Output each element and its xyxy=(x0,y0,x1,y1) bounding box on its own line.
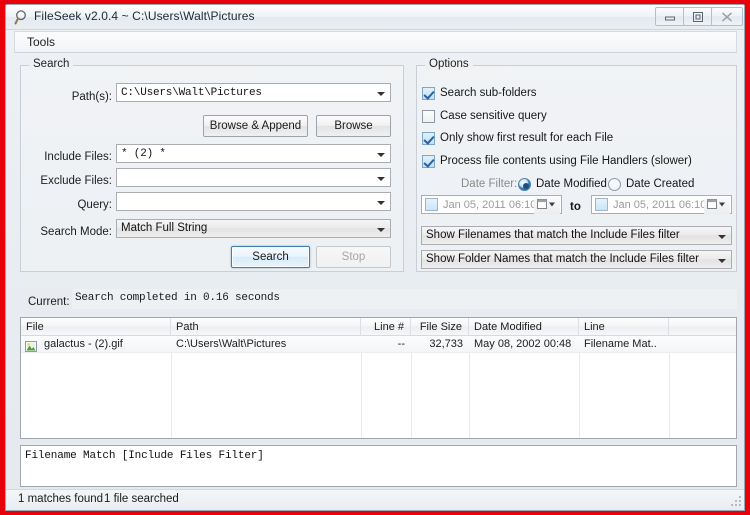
column-header-file[interactable]: File xyxy=(21,318,171,336)
cell-path: C:\Users\Walt\Pictures xyxy=(176,338,287,350)
browse-button[interactable]: Browse xyxy=(316,115,391,137)
search-button[interactable]: Search xyxy=(231,246,310,268)
search-panel-title: Search xyxy=(29,58,74,70)
checkbox-label-search-subfolders: Search sub-folders xyxy=(440,87,537,99)
checkbox-label-first-result-only: Only show first result for each File xyxy=(440,132,614,144)
close-button[interactable] xyxy=(711,7,743,26)
browse-append-button[interactable]: Browse & Append xyxy=(203,115,308,137)
column-header-path[interactable]: Path xyxy=(171,318,361,336)
results-header-row: File Path Line # File Size Date Modified… xyxy=(21,318,736,336)
chevron-down-icon[interactable] xyxy=(714,252,730,269)
folder-filter-combo[interactable]: Show Folder Names that match the Include… xyxy=(421,250,732,269)
radio-label-date-created: Date Created xyxy=(626,178,695,190)
chevron-down-icon[interactable] xyxy=(373,170,389,187)
chevron-down-icon[interactable] xyxy=(373,221,389,238)
radio-date-modified[interactable] xyxy=(518,178,531,191)
chevron-down-icon[interactable] xyxy=(373,85,389,102)
cell-line: Filename Mat.. xyxy=(584,338,657,350)
checkbox-search-subfolders[interactable] xyxy=(422,87,435,100)
menu-item-tools[interactable]: Tools xyxy=(27,35,55,49)
path-combo[interactable]: C:\Users\Walt\Pictures xyxy=(116,83,391,102)
column-header-line-number[interactable]: Line # xyxy=(361,318,411,336)
query-label: Query: xyxy=(77,199,112,211)
search-mode-label: Search Mode: xyxy=(40,226,112,238)
preview-text: Filename Match [Include Files Filter] xyxy=(25,450,264,462)
resize-grip[interactable] xyxy=(730,495,743,508)
folder-filter-value: Show Folder Names that match the Include… xyxy=(426,253,699,265)
checkbox-label-file-handlers: Process file contents using File Handler… xyxy=(440,155,692,167)
checkbox-label-case-sensitive: Case sensitive query xyxy=(440,110,547,122)
results-table[interactable]: File Path Line # File Size Date Modified… xyxy=(20,317,737,439)
filename-filter-value: Show Filenames that match the Include Fi… xyxy=(426,229,680,241)
radio-date-created[interactable] xyxy=(608,178,621,191)
minimize-button[interactable] xyxy=(655,7,685,26)
date-to-enable-checkbox[interactable] xyxy=(595,198,608,211)
date-from-picker[interactable]: Jan 05, 2011 06:10 xyxy=(421,195,562,214)
current-status-box: Search completed in 0.16 seconds xyxy=(72,289,737,309)
chevron-down-icon[interactable] xyxy=(714,228,730,245)
current-label: Current: xyxy=(28,296,70,308)
path-label: Path(s): xyxy=(71,91,112,103)
column-header-file-size[interactable]: File Size xyxy=(411,318,469,336)
checkbox-case-sensitive[interactable] xyxy=(422,110,435,123)
cell-line-number: -- xyxy=(397,338,405,350)
status-bar: 1 matches found 1 file searched xyxy=(6,489,744,510)
date-to-picker[interactable]: Jan 05, 2011 06:10 xyxy=(591,195,732,214)
maximize-button[interactable] xyxy=(683,7,713,26)
image-file-icon xyxy=(25,339,37,352)
chevron-down-icon[interactable] xyxy=(373,146,389,163)
status-files-searched: 1 file searched xyxy=(104,493,179,505)
include-files-combo[interactable]: * (2) * xyxy=(116,144,391,163)
cell-file-size: 32,733 xyxy=(429,338,463,350)
checkbox-file-handlers[interactable] xyxy=(422,155,435,168)
current-status-text: Search completed in 0.16 seconds xyxy=(75,292,280,304)
title-bar: FileSeek v2.0.4 ~ C:\Users\Walt\Pictures xyxy=(6,5,744,30)
column-header-line[interactable]: Line xyxy=(579,318,669,336)
chevron-down-icon[interactable] xyxy=(373,194,389,211)
options-panel-title: Options xyxy=(425,58,473,70)
date-range-to-label: to xyxy=(570,201,581,213)
column-header-extra[interactable] xyxy=(669,318,736,336)
fileseek-window: FileSeek v2.0.4 ~ C:\Users\Walt\Pictures… xyxy=(5,4,745,511)
search-mode-value: Match Full String xyxy=(121,222,208,234)
column-header-date-modified[interactable]: Date Modified xyxy=(469,318,579,336)
cell-file: galactus - (2).gif xyxy=(44,338,123,350)
include-files-value: * (2) * xyxy=(121,148,166,160)
date-from-enable-checkbox[interactable] xyxy=(425,198,438,211)
menu-bar: Tools xyxy=(14,31,737,53)
date-from-calendar-icon[interactable] xyxy=(534,197,560,214)
path-value: C:\Users\Walt\Pictures xyxy=(121,87,262,99)
date-to-value: Jan 05, 2011 06:10 xyxy=(613,199,707,211)
magnifier-icon xyxy=(14,9,31,26)
query-combo[interactable] xyxy=(116,192,391,211)
stop-button: Stop xyxy=(316,246,391,268)
date-filter-label: Date Filter: xyxy=(461,178,518,190)
search-mode-combo[interactable]: Match Full String xyxy=(116,219,391,238)
radio-label-date-modified: Date Modified xyxy=(536,178,607,190)
exclude-files-combo[interactable] xyxy=(116,168,391,187)
filename-filter-combo[interactable]: Show Filenames that match the Include Fi… xyxy=(421,226,732,245)
cell-date-modified: May 08, 2002 00:48 xyxy=(474,338,572,350)
date-from-value: Jan 05, 2011 06:10 xyxy=(443,199,537,211)
table-row[interactable]: galactus - (2).gif C:\Users\Walt\Picture… xyxy=(21,336,736,353)
exclude-files-label: Exclude Files: xyxy=(40,175,112,187)
status-matches-found: 1 matches found xyxy=(18,493,104,505)
checkbox-first-result-only[interactable] xyxy=(422,132,435,145)
include-files-label: Include Files: xyxy=(44,151,112,163)
date-to-calendar-icon[interactable] xyxy=(704,197,730,214)
preview-box[interactable]: Filename Match [Include Files Filter] xyxy=(20,445,737,487)
window-title: FileSeek v2.0.4 ~ C:\Users\Walt\Pictures xyxy=(34,9,255,23)
